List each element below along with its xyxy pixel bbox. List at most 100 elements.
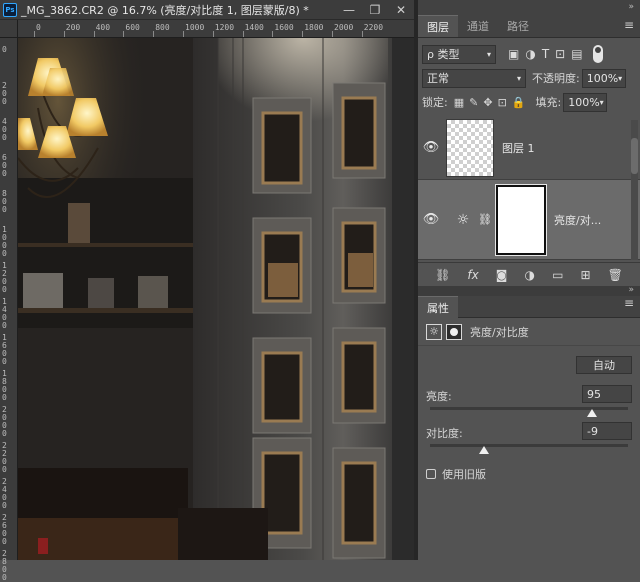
ruler-tick [93, 31, 95, 37]
type-filter-icon[interactable]: T [542, 47, 549, 61]
new-adjustment-icon[interactable]: ◑ [525, 268, 535, 282]
lock-all-icon[interactable]: 🔒 [512, 96, 526, 109]
ruler-tick-label: 2600 [2, 513, 7, 546]
lock-position-icon[interactable]: ✥ [483, 96, 492, 109]
collapse-panel-icon[interactable]: » [628, 285, 634, 295]
ruler-tick [123, 31, 125, 37]
brightness-adjustment-icon[interactable]: ☼ [426, 323, 442, 340]
chevron-down-icon: ▾ [516, 73, 521, 83]
ruler-tick [63, 31, 65, 37]
horizontal-ruler[interactable]: 0 200 400 600 800 1000 1200 1400 1600 1800 2000 220… [18, 20, 414, 38]
new-layer-icon[interactable]: ⊞ [581, 268, 591, 282]
brightness-slider-thumb[interactable] [586, 409, 597, 417]
new-group-icon[interactable]: ▭ [552, 268, 563, 282]
trash-icon[interactable]: 🗑 [608, 268, 623, 282]
layer-mask-thumbnail[interactable] [495, 183, 547, 256]
document-canvas[interactable] [18, 38, 414, 560]
brightness-label: 亮度: [426, 390, 452, 403]
ruler-tick [302, 31, 304, 37]
chevron-down-icon: ▾ [599, 97, 604, 107]
lock-label: 锁定: [422, 96, 448, 109]
ruler-origin-corner[interactable] [0, 20, 18, 38]
filter-toggle[interactable] [592, 45, 603, 63]
ruler-tick [183, 31, 184, 37]
ruler-tick [361, 31, 363, 37]
ruler-tick [242, 31, 244, 37]
lock-artboard-icon[interactable]: ⊡ [498, 96, 507, 109]
ruler-tick-label: 0 [2, 45, 7, 54]
contrast-slider-track[interactable] [430, 444, 628, 447]
panel-gap: » [418, 285, 640, 296]
blend-mode-select[interactable]: 正常 ▾ [422, 68, 526, 88]
ruler-tick-label: 1200 [214, 23, 235, 32]
ruler-tick-label: 1400 [2, 297, 7, 330]
collapse-panel-icon[interactable]: » [628, 2, 636, 12]
ruler-tick-label: 1200 [2, 261, 7, 294]
lock-fill-row: 锁定: ▦ ✎ ✥ ⊡ 🔒 填充: 100% ▾ [418, 90, 640, 114]
fill-label: 填充: [535, 96, 562, 109]
canvas-pasteboard [392, 38, 414, 560]
document-tab-title[interactable]: _MG_3862.CR2 @ 16.7% (亮度/对比度 1, 图层蒙版/8) … [21, 2, 309, 18]
lock-image-icon[interactable]: ✎ [469, 96, 478, 109]
document-titlebar: Ps _MG_3862.CR2 @ 16.7% (亮度/对比度 1, 图层蒙版/… [0, 0, 414, 20]
add-mask-icon[interactable]: ◙ [496, 268, 508, 282]
ruler-tick-label: 600 [125, 23, 140, 32]
properties-panel-tabbar: 属性 ≡ [418, 296, 640, 318]
restore-button[interactable]: ❐ [362, 0, 388, 20]
fill-input[interactable]: 100% ▾ [563, 92, 608, 112]
fill-value: 100% [568, 95, 600, 109]
layer-filter-row: ρ 类型 ▾ ▣ ◑ T ⊡ ▤ [418, 42, 640, 66]
layer-row[interactable]: 👁 图层 1 [418, 116, 640, 180]
layer-filter-select[interactable]: ρ 类型 ▾ [422, 44, 496, 64]
close-button[interactable]: ✕ [388, 0, 414, 20]
minimize-button[interactable]: — [336, 0, 362, 20]
link-layers-icon[interactable]: ⛓ [435, 268, 450, 282]
auto-button[interactable]: 自动 [576, 356, 632, 374]
layers-scrollbar-thumb[interactable] [631, 138, 638, 174]
use-legacy-checkbox[interactable] [426, 469, 436, 479]
ruler-tick-label: 2200 [2, 441, 7, 474]
panel-menu-icon[interactable]: ≡ [624, 296, 634, 313]
ruler-tick-label: 0 [36, 23, 41, 32]
layer-row[interactable]: 👁 ☼ ⛓ 亮度/对... [418, 180, 640, 260]
use-legacy-label[interactable]: 使用旧版 [442, 466, 486, 482]
tab-layers[interactable]: 图层 [418, 15, 458, 37]
chain-link-icon[interactable]: ⛓ [478, 213, 492, 226]
pixel-filter-icon[interactable]: ▣ [508, 47, 519, 61]
tab-paths[interactable]: 路径 [498, 15, 538, 37]
ruler-tick-label: 1000 [185, 23, 205, 32]
opacity-value: 100% [586, 71, 619, 85]
contrast-input[interactable]: -9 [582, 422, 632, 440]
contrast-slider-thumb[interactable] [479, 446, 490, 454]
eye-icon[interactable]: 👁 [418, 212, 444, 227]
shape-filter-icon[interactable]: ⊡ [555, 47, 565, 61]
ruler-tick-label: 400 [95, 23, 111, 32]
opacity-input[interactable]: 100% ▾ [581, 68, 626, 88]
blend-mode-value: 正常 [427, 72, 449, 85]
ruler-tick-label: 600 [2, 153, 7, 178]
ruler-tick-label: 1800 [304, 23, 324, 32]
vertical-ruler[interactable]: 0 200 400 600 800 1000 1200 1400 1600 1800 2000 220… [0, 20, 18, 582]
lock-transparent-icon[interactable]: ▦ [454, 96, 464, 109]
photoshop-logo-icon: Ps [3, 2, 17, 17]
panel-menu-icon[interactable]: ≡ [624, 18, 634, 32]
layer-name[interactable]: 图层 1 [502, 140, 535, 156]
layer-name[interactable]: 亮度/对... [554, 212, 601, 228]
ruler-tick [272, 31, 274, 37]
mask-icon[interactable] [446, 323, 462, 340]
smart-object-filter-icon[interactable]: ▤ [571, 47, 582, 61]
fx-icon[interactable]: fx [467, 268, 478, 282]
adjustment-type-label: 亮度/对比度 [470, 325, 529, 339]
brightness-adjustment-icon[interactable]: ☼ [448, 212, 478, 228]
tab-channels[interactable]: 通道 [458, 15, 498, 37]
ruler-tick-label: 2000 [2, 405, 7, 438]
brightness-slider-track[interactable] [430, 407, 628, 410]
adjustment-filter-icon[interactable]: ◑ [525, 47, 535, 61]
properties-type-row: ☼ 亮度/对比度 [418, 318, 640, 346]
eye-icon[interactable]: 👁 [418, 140, 444, 155]
ruler-tick-label: 800 [155, 23, 170, 32]
ruler-tick-label: 1800 [2, 369, 7, 402]
tab-properties[interactable]: 属性 [418, 296, 458, 318]
ruler-tick [212, 31, 214, 37]
brightness-input[interactable]: 95 [582, 385, 632, 403]
